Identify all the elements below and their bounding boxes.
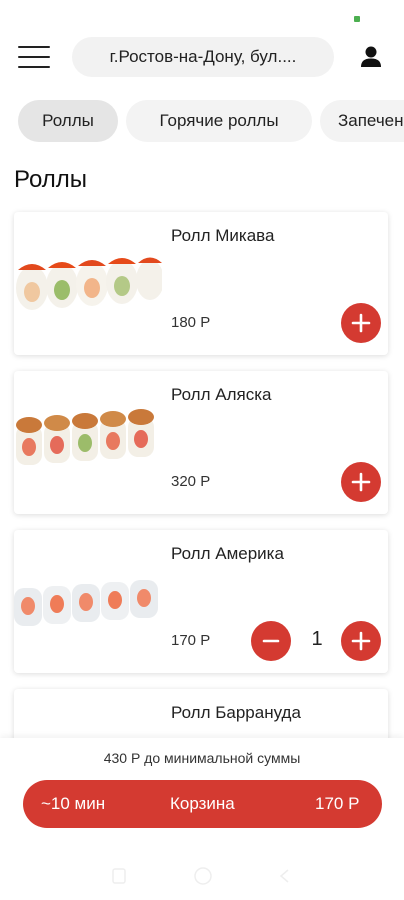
cart-label: Корзина: [170, 794, 235, 813]
product-price: 320 Р: [171, 473, 211, 490]
decrease-quantity-button[interactable]: [251, 621, 291, 661]
recent-apps-icon[interactable]: [112, 868, 126, 884]
product-image: [16, 257, 162, 310]
delivery-time: ~10 мин: [41, 794, 106, 813]
category-tab-baked[interactable]: Запеченные: [320, 100, 404, 142]
product-name: Ролл Америка: [171, 544, 284, 563]
back-icon[interactable]: [278, 868, 290, 884]
category-tabs: Роллы Горячие роллы Запеченные: [0, 100, 404, 144]
hamburger-menu-icon: [18, 46, 50, 48]
menu-button[interactable]: [18, 44, 50, 70]
plus-icon: [351, 472, 371, 492]
section-title: Роллы: [14, 166, 88, 193]
product-name: Ролл Баррануда: [171, 703, 301, 722]
plus-icon: [351, 313, 371, 333]
cart-panel: 430 Р до минимальной суммы ~10 мин Корзи…: [0, 738, 404, 900]
status-indicator: [354, 16, 360, 22]
product-card[interactable]: Ролл Аляска 320 Р: [14, 371, 388, 514]
plus-icon: [351, 631, 371, 651]
quantity-value: 1: [311, 628, 323, 650]
product-price: 170 Р: [171, 632, 211, 649]
increase-quantity-button[interactable]: [341, 621, 381, 661]
add-to-cart-button[interactable]: [341, 462, 381, 502]
add-to-cart-button[interactable]: [341, 303, 381, 343]
product-name: Ролл Аляска: [171, 385, 272, 404]
category-tab-rolls[interactable]: Роллы: [18, 100, 118, 142]
category-tab-hot-rolls[interactable]: Горячие роллы: [126, 100, 312, 142]
product-name: Ролл Микава: [171, 226, 275, 245]
home-icon[interactable]: [193, 866, 213, 886]
product-card[interactable]: Ролл Микава 180 Р: [14, 212, 388, 355]
cart-total: 170 Р: [315, 794, 360, 813]
user-icon[interactable]: [358, 44, 384, 70]
product-image: [14, 580, 158, 626]
address-selector[interactable]: г.Ростов-на-Дону, бул....: [72, 37, 334, 77]
minus-icon: [262, 639, 280, 643]
product-price: 180 Р: [171, 314, 211, 331]
system-navigation-bar: [0, 858, 404, 898]
product-image: [16, 409, 154, 465]
cart-button[interactable]: ~10 мин Корзина 170 Р: [23, 780, 382, 828]
minimum-order-note: 430 Р до минимальной суммы: [103, 750, 301, 766]
address-text: г.Ростов-на-Дону, бул....: [109, 47, 297, 66]
product-card[interactable]: Ролл Америка 170 Р 1: [14, 530, 388, 673]
